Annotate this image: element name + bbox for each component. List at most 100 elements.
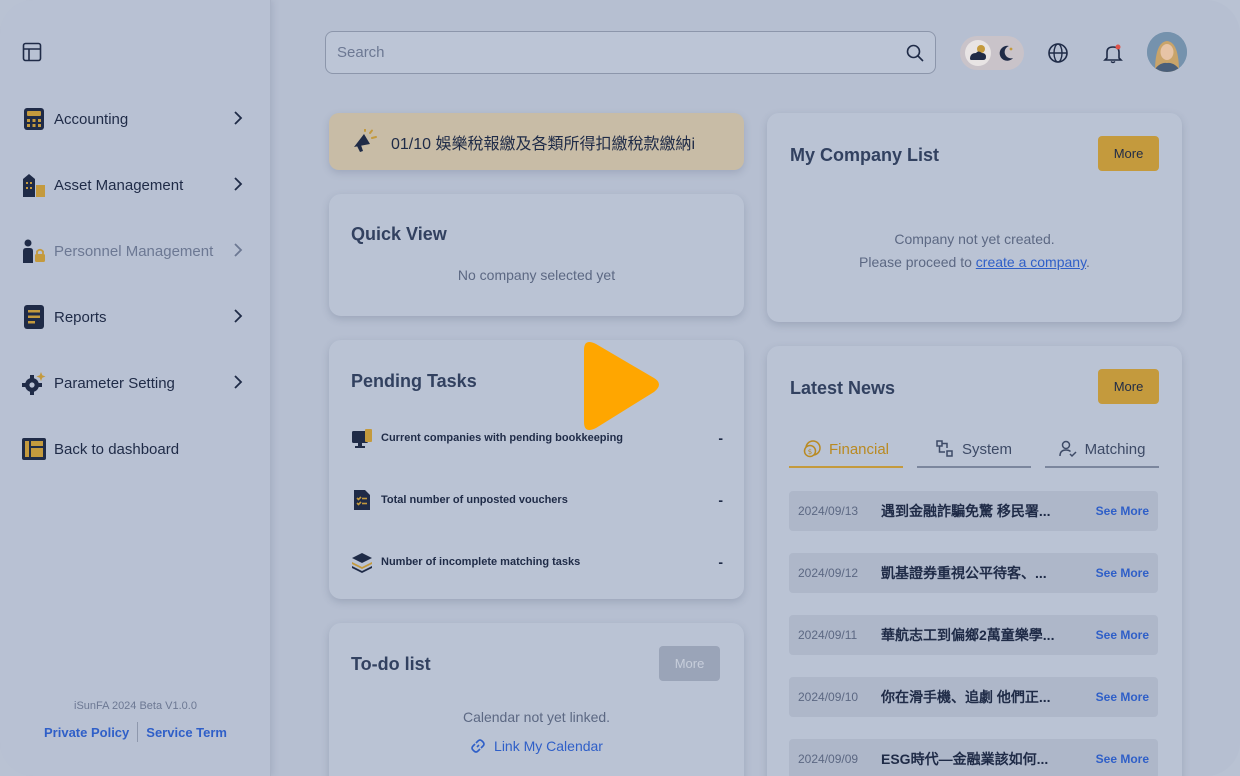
card-title: To-do list [351, 654, 431, 674]
theme-toggle[interactable] [960, 36, 1024, 70]
see-more-link[interactable]: See More [1096, 628, 1149, 642]
see-more-link[interactable]: See More [1096, 566, 1149, 580]
empty-message: Calendar not yet linked. [462, 709, 611, 725]
task-label: Total number of unposted vouchers [381, 494, 568, 506]
layout-icon[interactable] [22, 42, 42, 62]
service-term-link[interactable]: Service Term [146, 725, 227, 740]
create-company-link[interactable]: create a company [976, 254, 1086, 270]
card-title: Quick View [351, 224, 447, 244]
link-calendar-link[interactable]: Link My Calendar [329, 738, 744, 754]
divider [137, 722, 139, 742]
calculator-icon [22, 107, 46, 131]
task-row[interactable]: Total number of unposted vouchers - [351, 488, 723, 512]
news-title: 凱基證券重視公平待客、... [881, 565, 1047, 581]
avatar[interactable] [1147, 32, 1187, 72]
latest-news-card: Latest News More $ Financial System Matc… [767, 346, 1182, 776]
gear-icon [22, 371, 46, 395]
empty-message: Company not yet created. [894, 231, 1055, 247]
sidebar-item-asset-management[interactable]: Asset Management [0, 152, 271, 218]
announcement-text: 01/10 娛樂稅報繳及各類所得扣繳稅款繳納i [391, 135, 696, 153]
company-more-button[interactable]: More [1098, 136, 1159, 171]
sidebar-item-parameter-setting[interactable]: Parameter Setting [0, 350, 271, 416]
todo-card: To-do list More Calendar not yet linked.… [329, 623, 744, 776]
chevron-right-icon [234, 177, 243, 191]
hint-prefix: Please proceed to [859, 254, 976, 270]
quick-view-card: Quick View No company selected yet [329, 194, 744, 316]
see-more-link[interactable]: See More [1096, 504, 1149, 518]
footer-links: Private Policy Service Term [0, 722, 271, 742]
play-icon[interactable] [576, 338, 666, 438]
empty-message: No company selected yet [457, 267, 616, 283]
tab-system[interactable]: System [917, 432, 1031, 468]
sidebar-item-accounting[interactable]: Accounting [0, 86, 271, 152]
sidebar-item-label: Personnel Management [54, 242, 214, 260]
sidebar-item-label: Asset Management [54, 176, 184, 194]
tab-financial[interactable]: $ Financial [789, 432, 903, 468]
see-more-link[interactable]: See More [1096, 752, 1149, 766]
task-value: - [718, 554, 723, 570]
sidebar: Accounting Asset Management Personnel Ma… [0, 0, 271, 776]
light-theme-icon[interactable] [965, 40, 991, 66]
pending-tasks-card: Pending Tasks Current companies with pen… [329, 340, 744, 599]
news-title: 你在滑手機、追劇 他們正... [881, 689, 1051, 705]
globe-icon[interactable] [1047, 42, 1069, 64]
tab-label: System [961, 440, 1012, 458]
task-label: Number of incomplete matching tasks [381, 556, 581, 568]
news-item[interactable]: 2024/09/13 遇到金融詐騙免驚 移民署... See More [789, 491, 1158, 531]
layers-icon [352, 553, 372, 573]
task-row[interactable]: Number of incomplete matching tasks - [351, 550, 723, 574]
sidebar-item-reports[interactable]: Reports [0, 284, 271, 350]
news-more-button[interactable]: More [1098, 369, 1159, 404]
sidebar-footer: iSunFA 2024 Beta V1.0.0 Private Policy S… [0, 700, 271, 742]
task-value: - [718, 430, 723, 446]
sidebar-item-back-to-dashboard[interactable]: Back to dashboard [0, 416, 271, 482]
news-item[interactable]: 2024/09/09 ESG時代—金融業該如何... See More [789, 739, 1158, 776]
create-company-hint: Please proceed to create a company. [767, 254, 1182, 270]
task-value: - [718, 492, 723, 508]
sidebar-item-label: Reports [54, 308, 107, 326]
company-list-card: My Company List More Company not yet cre… [767, 113, 1182, 322]
search-input[interactable] [337, 44, 877, 61]
svg-text:$: $ [808, 448, 812, 456]
person-lock-icon [22, 239, 46, 263]
news-date: 2024/09/11 [798, 628, 858, 642]
tab-label: Financial [828, 440, 890, 458]
app-window: Accounting Asset Management Personnel Ma… [0, 0, 1240, 776]
chevron-right-icon [234, 243, 243, 257]
dashboard-icon [22, 437, 46, 461]
megaphone-icon [354, 128, 377, 152]
bell-icon[interactable] [1102, 42, 1124, 64]
news-item[interactable]: 2024/09/10 你在滑手機、追劇 他們正... See More [789, 677, 1158, 717]
sidebar-item-label: Back to dashboard [54, 440, 180, 458]
dark-theme-icon[interactable] [993, 40, 1019, 66]
news-tabs: $ Financial System Matching [789, 432, 1159, 468]
hint-suffix: . [1086, 254, 1090, 270]
task-row[interactable]: Current companies with pending bookkeepi… [351, 426, 723, 450]
search-icon[interactable] [906, 44, 924, 62]
see-more-link[interactable]: See More [1096, 690, 1149, 704]
user-check-icon [1058, 440, 1077, 458]
version-label: iSunFA 2024 Beta V1.0.0 [74, 700, 197, 712]
sidebar-nav: Accounting Asset Management Personnel Ma… [0, 86, 271, 482]
news-date: 2024/09/13 [798, 504, 859, 518]
news-item[interactable]: 2024/09/11 華航志工到偏鄉2萬童樂學... See More [789, 615, 1158, 655]
search-bar [325, 31, 936, 74]
private-policy-link[interactable]: Private Policy [44, 725, 129, 740]
announcement-banner[interactable]: 01/10 娛樂稅報繳及各類所得扣繳稅款繳納i [329, 113, 744, 170]
news-date: 2024/09/12 [798, 566, 859, 580]
news-title: 遇到金融詐騙免驚 移民署... [881, 503, 1051, 519]
chevron-right-icon [234, 309, 243, 323]
news-item[interactable]: 2024/09/12 凱基證券重視公平待客、... See More [789, 553, 1158, 593]
card-title: Pending Tasks [351, 371, 477, 391]
todo-more-button[interactable]: More [659, 646, 720, 681]
card-title: My Company List [790, 145, 940, 165]
news-date: 2024/09/10 [798, 690, 859, 704]
tab-matching[interactable]: Matching [1045, 432, 1159, 468]
chevron-right-icon [234, 375, 243, 389]
checklist-icon [354, 490, 370, 510]
building-icon [22, 173, 46, 197]
coin-icon: $ [803, 440, 821, 458]
sidebar-item-personnel-management[interactable]: Personnel Management [0, 218, 271, 284]
link-calendar-label: Link My Calendar [494, 738, 603, 754]
chevron-right-icon [234, 111, 243, 125]
